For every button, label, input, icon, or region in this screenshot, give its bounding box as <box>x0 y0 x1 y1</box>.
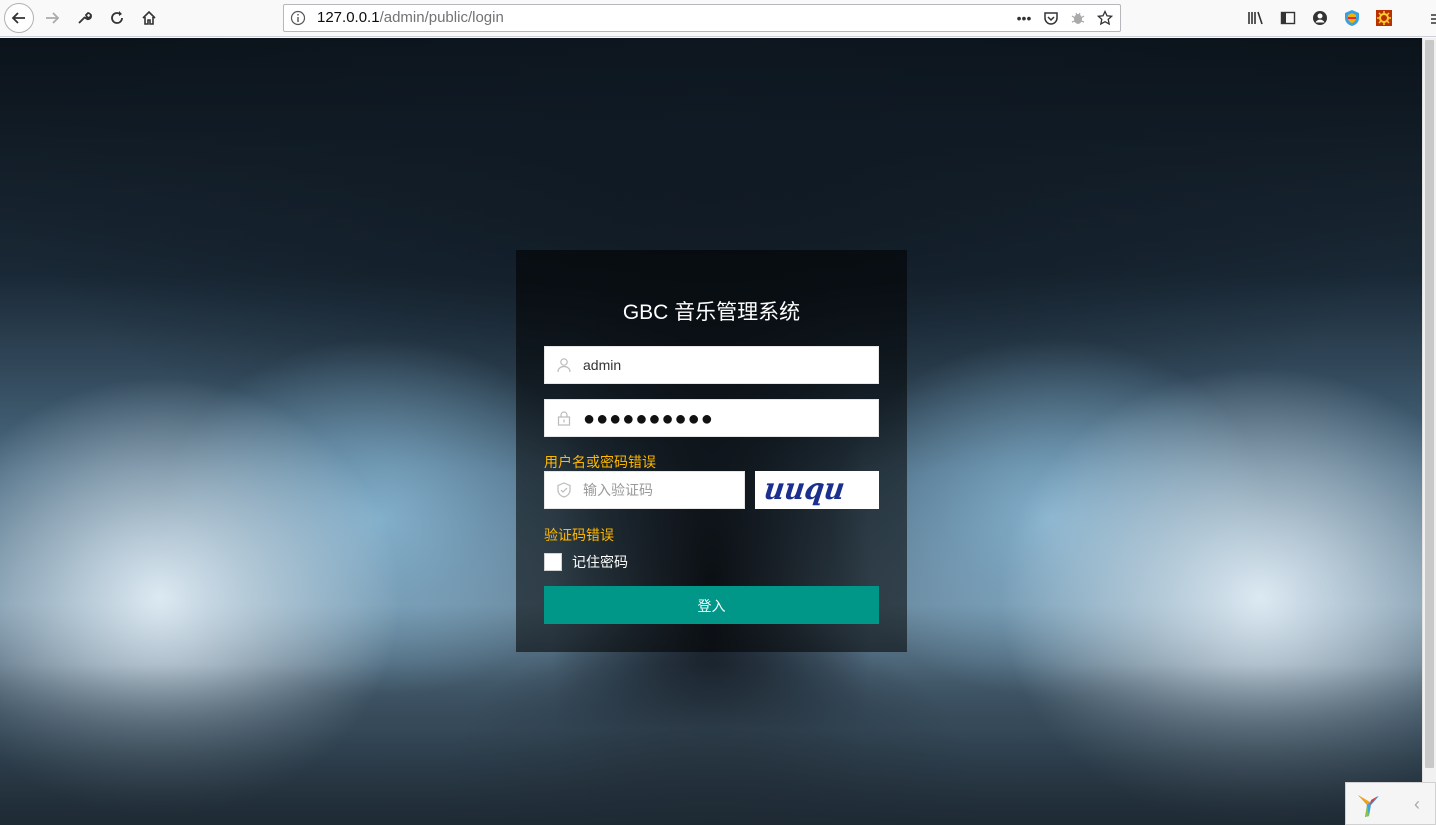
home-icon <box>142 10 156 25</box>
page-actions-icon[interactable]: ••• <box>1015 9 1033 27</box>
remember-label: 记住密码 <box>572 554 628 570</box>
vertical-scrollbar[interactable] <box>1422 38 1436 825</box>
library-icon[interactable] <box>1240 4 1272 32</box>
captcha-image[interactable]: uuqu <box>755 471 879 509</box>
url-text[interactable]: 127.0.0.1/admin/public/login <box>317 9 504 27</box>
url-path: /admin/public/login <box>379 9 504 26</box>
sidebar-toggle-icon[interactable] <box>1272 4 1304 32</box>
wrench-icon <box>78 12 92 24</box>
user-icon <box>557 358 571 373</box>
chevron-left-icon[interactable]: ‹ <box>1398 783 1436 825</box>
arrow-right-icon <box>46 12 60 24</box>
home-button[interactable] <box>135 4 163 32</box>
reload-icon <box>111 11 123 24</box>
captcha-text: uuqu <box>762 472 847 507</box>
remember-password[interactable]: 记住密码 <box>544 553 628 571</box>
password-value: ●●●●●●●●●● <box>583 408 714 430</box>
credential-error-message: 用户名或密码错误 <box>544 454 656 470</box>
login-panel: GBC 音乐管理系统 admin ●●●●●●●●●● 用户名或密码错误 输入验… <box>516 250 907 652</box>
back-button[interactable] <box>4 3 34 33</box>
bug-icon[interactable] <box>1069 9 1087 27</box>
captcha-graphic: uuqu <box>762 472 847 507</box>
password-field[interactable]: ●●●●●●●●●● <box>544 399 879 437</box>
extension-shield-icon[interactable] <box>1336 4 1368 32</box>
debug-toolbar[interactable]: ‹ <box>1345 782 1436 825</box>
info-icon[interactable] <box>290 10 306 26</box>
login-button[interactable]: 登入 <box>544 586 879 624</box>
captcha-field[interactable]: 输入验证码 <box>544 471 745 509</box>
devtools-button[interactable] <box>70 4 98 32</box>
login-page-background: GBC 音乐管理系统 admin ●●●●●●●●●● 用户名或密码错误 输入验… <box>0 38 1422 825</box>
page-title: GBC 音乐管理系统 <box>622 301 801 324</box>
username-field[interactable]: admin <box>544 346 879 384</box>
browser-toolbar: 127.0.0.1/admin/public/login ••• <box>0 0 1436 37</box>
lock-icon <box>557 411 571 426</box>
pocket-icon[interactable] <box>1042 9 1060 27</box>
grass-shading <box>0 665 1422 825</box>
menu-icon[interactable] <box>1422 4 1436 32</box>
remember-checkbox[interactable] <box>544 553 562 571</box>
url-host: 127.0.0.1 <box>317 9 380 26</box>
captcha-error-message: 验证码错误 <box>544 527 614 543</box>
shield-icon <box>557 482 571 498</box>
forward-button[interactable] <box>38 4 66 32</box>
scrollbar-thumb[interactable] <box>1425 40 1434 768</box>
account-icon[interactable] <box>1304 4 1336 32</box>
yii-logo-icon[interactable] <box>1346 783 1392 825</box>
arrow-left-icon <box>11 12 25 24</box>
address-bar[interactable]: 127.0.0.1/admin/public/login ••• <box>283 4 1121 32</box>
captcha-placeholder: 输入验证码 <box>583 482 653 498</box>
bookmark-star-icon[interactable] <box>1096 9 1114 27</box>
username-value: admin <box>583 357 622 373</box>
extension-gear-icon[interactable] <box>1368 4 1400 32</box>
reload-button[interactable] <box>103 4 131 32</box>
